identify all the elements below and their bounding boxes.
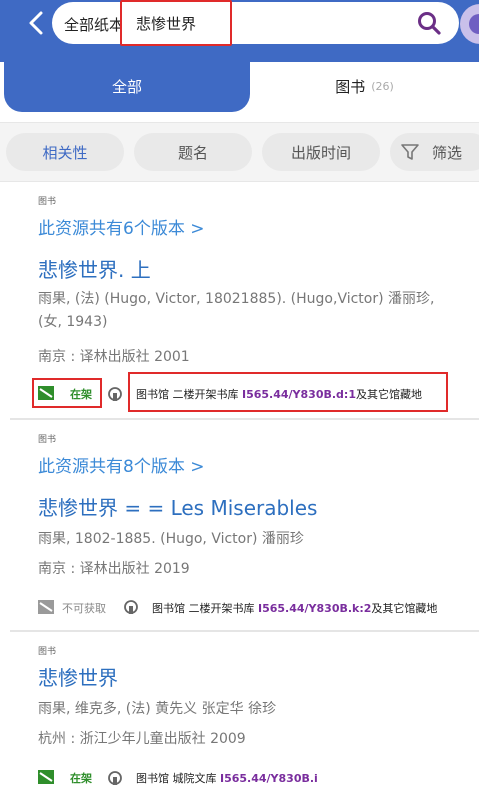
location-text[interactable]: 图书馆 二楼开架书库 I565.44/Y830B.d:1及其它馆藏地 xyxy=(136,386,422,402)
tab-all-label: 全部 xyxy=(111,77,142,96)
tab-books-label: 图书 xyxy=(335,77,366,96)
location-text[interactable]: 图书馆 城院文库 I565.44/Y830B.i xyxy=(136,770,318,786)
back-arrow-icon[interactable] xyxy=(22,8,52,38)
record-title[interactable]: 悲惨世界. 上 xyxy=(38,254,151,283)
location-icon xyxy=(108,771,122,785)
search-bar[interactable]: 全部纸本资源 xyxy=(52,2,459,44)
location-text[interactable]: 图书馆 二楼开架书库 I565.44/Y830B.k:2及其它馆藏地 xyxy=(152,600,437,616)
location-name: 图书馆 二楼开架书库 xyxy=(152,602,258,615)
sort-date-button[interactable]: 出版时间 xyxy=(262,133,380,171)
tab-books[interactable]: 图书 (26) xyxy=(250,60,479,112)
availability-status: 在架 xyxy=(70,772,92,785)
availability-status: 在架 xyxy=(70,388,92,401)
tab-books-count: (26) xyxy=(371,79,394,93)
call-number: I565.44/Y830B.i xyxy=(220,772,318,785)
result-record-2[interactable]: 图书 此资源共有8个版本 > 悲惨世界 = = Les Miserables 雨… xyxy=(0,420,479,630)
versions-link[interactable]: 此资源共有6个版本 > xyxy=(38,214,204,239)
record-type: 图书 xyxy=(38,647,57,657)
record-title[interactable]: 悲惨世界 = = Les Miserables xyxy=(38,492,317,521)
tab-all[interactable]: 全部 xyxy=(4,60,250,112)
location-name: 图书馆 城院文库 xyxy=(136,772,220,785)
call-number: I565.44/Y830B.d:1 xyxy=(242,388,356,401)
call-number: I565.44/Y830B.k:2 xyxy=(258,602,372,615)
record-author: 雨果, 维克多, (法) 黄先义 张定华 徐珍 xyxy=(38,701,277,717)
other-locations: 及其它馆藏地 xyxy=(371,602,438,615)
shelf-available-icon xyxy=(38,386,54,400)
record-publisher: 杭州 : 浙江少年儿童出版社 2009 xyxy=(38,731,246,747)
availability-row: 在架 图书馆 城院文库 I565.44/Y830B.i xyxy=(0,766,479,794)
record-author: 雨果, (法) (Hugo, Victor, 18021885). (Hugo,… xyxy=(38,291,435,330)
filter-icon xyxy=(401,144,419,160)
shelf-unavailable-icon xyxy=(38,600,54,614)
record-author: 雨果, 1802-1885. (Hugo, Victor) 潘丽珍 xyxy=(38,531,304,547)
record-publisher: 南京 : 译林出版社 2019 xyxy=(38,561,190,577)
record-publisher: 南京 : 译林出版社 2001 xyxy=(38,349,190,365)
availability-row: 不可获取 图书馆 二楼开架书库 I565.44/Y830B.k:2及其它馆藏地 xyxy=(0,596,479,624)
record-title[interactable]: 悲惨世界 xyxy=(38,662,118,691)
sort-relevance-button[interactable]: 相关性 xyxy=(6,133,124,171)
search-query-input[interactable]: 悲惨世界 xyxy=(120,0,232,46)
sort-bar: 相关性 题名 出版时间 筛选 xyxy=(0,122,479,182)
location-icon xyxy=(108,387,122,401)
availability-row: 在架 图书馆 二楼开架书库 I565.44/Y830B.d:1及其它馆藏地 xyxy=(0,372,479,412)
location-icon xyxy=(124,600,138,614)
filter-button[interactable]: 筛选 xyxy=(390,133,479,171)
result-record-1[interactable]: 图书 此资源共有6个版本 > 悲惨世界. 上 雨果, (法) (Hugo, Vi… xyxy=(0,182,479,418)
record-type: 图书 xyxy=(38,197,57,207)
versions-link[interactable]: 此资源共有8个版本 > xyxy=(38,452,204,477)
other-locations: 及其它馆藏地 xyxy=(355,388,422,401)
filter-label: 筛选 xyxy=(432,143,463,162)
record-type: 图书 xyxy=(38,435,57,445)
availability-status: 不可获取 xyxy=(62,602,106,615)
shelf-available-icon xyxy=(38,770,54,784)
result-record-3[interactable]: 图书 悲惨世界 雨果, 维克多, (法) 黄先义 张定华 徐珍 杭州 : 浙江少… xyxy=(0,632,479,800)
sort-title-button[interactable]: 题名 xyxy=(134,133,252,171)
location-name: 图书馆 二楼开架书库 xyxy=(136,388,242,401)
search-icon[interactable] xyxy=(416,10,442,36)
